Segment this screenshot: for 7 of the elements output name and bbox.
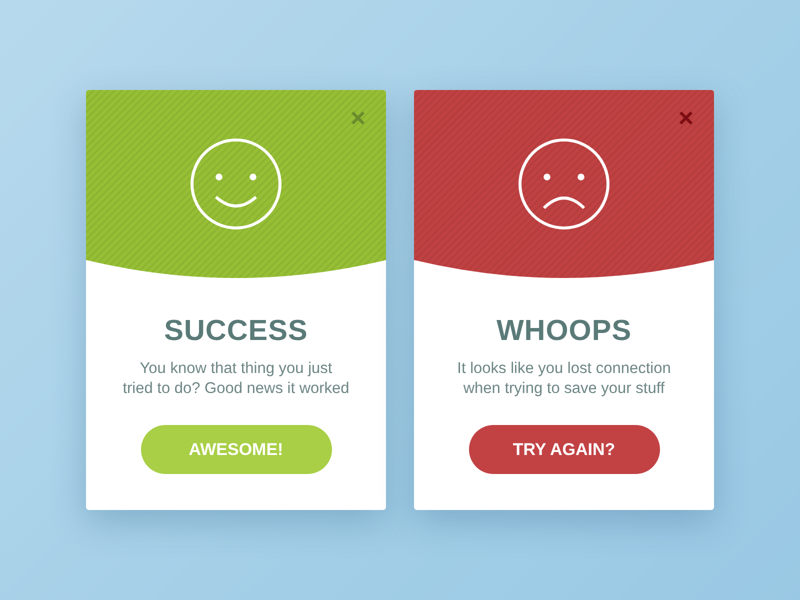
dialog-message: It looks like you lost connection when trying to save your stuff (457, 359, 671, 399)
close-icon[interactable] (679, 111, 693, 125)
action-button[interactable]: TRY AGAIN? (468, 425, 660, 474)
dialog-title: WHOOPS (496, 314, 632, 348)
dialog-message: You know that thing you just tried to do? Good news it worked (122, 359, 350, 399)
dialog-title: SUCCESS (164, 314, 308, 348)
close-icon[interactable] (351, 111, 365, 125)
